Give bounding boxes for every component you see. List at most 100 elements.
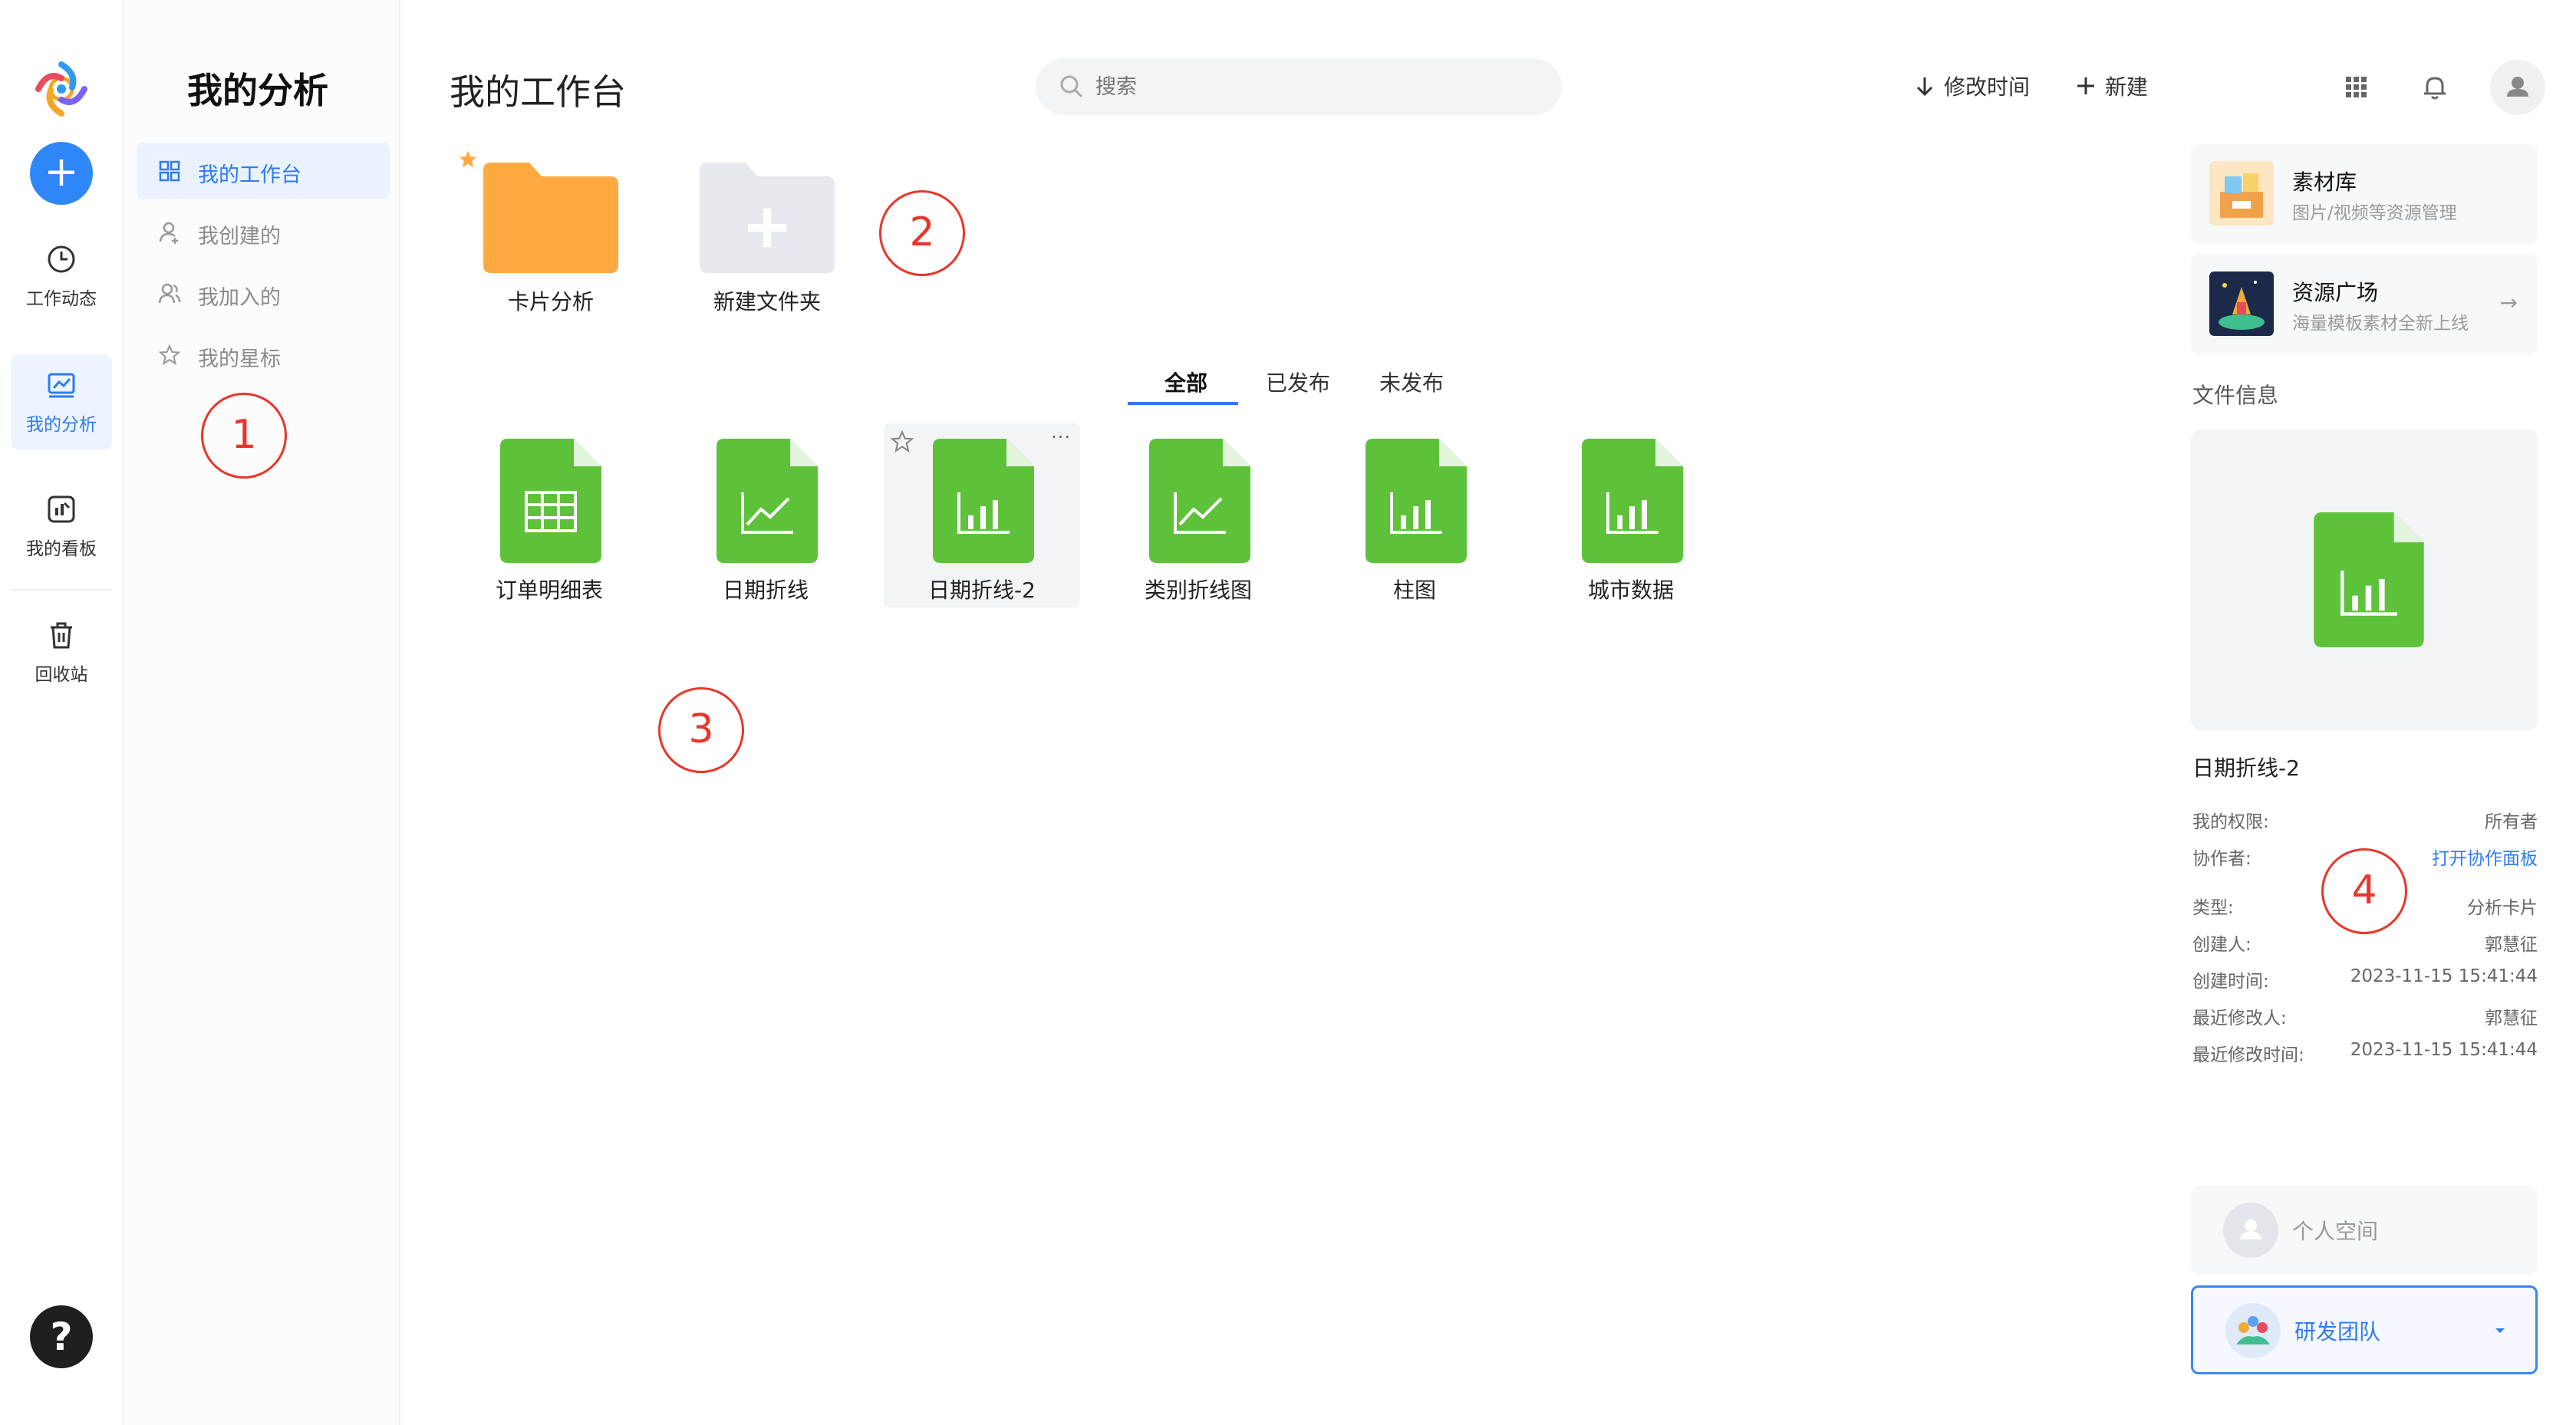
subnav-item-workbench[interactable]: 我的工作台 [137,143,390,199]
file-preview [2191,429,2538,730]
page-title: 我的工作台 [450,71,626,113]
subnav-item-label: 我加入的 [198,286,281,310]
rail-item-label: 工作动态 [26,289,97,309]
info-row-modified-time: 最近修改时间: 2023-11-15 15:41:44 [2192,1040,2538,1071]
new-button[interactable]: 新建 [2074,71,2148,101]
file-card[interactable]: 类别折线图 [1100,423,1296,607]
user-icon [2240,1219,2261,1239]
bar-chart-file-icon [1582,439,1683,563]
file-label: 类别折线图 [1144,578,1252,603]
rail-item-label: 我的分析 [26,415,97,435]
sort-label: 修改时间 [1944,74,2031,100]
material-library-card[interactable]: 素材库 图片/视频等资源管理 [2191,144,2538,244]
secondary-nav: 我的分析 我的工作台 我创建的 我加入的 我的星标 [126,0,400,1425]
file-card[interactable]: 柱图 [1316,423,1513,607]
folder-label: 卡片分析 [507,289,594,314]
left-rail: + 工作动态 我的分析 我的看板 回收站 ? [0,0,124,1425]
info-key: 创建时间: [2192,972,2269,992]
file-label: 日期折线 [722,578,809,603]
info-row-modifier: 最近修改人: 郭慧征 [2192,1003,2538,1034]
rail-item-analysis[interactable]: 我的分析 [11,354,112,449]
tab-active-indicator [1128,402,1238,405]
sort-button[interactable]: 修改时间 [1913,71,2030,101]
team-space-selector[interactable]: 研发团队 [2191,1285,2538,1374]
subnav-item-starred[interactable]: 我的星标 [137,327,390,383]
folder-card[interactable]: 卡片分析 [459,150,635,337]
search-icon [1060,75,1083,98]
table-file-icon [500,439,601,563]
info-key: 最近修改人: [2192,1009,2287,1028]
tab-unpublished[interactable]: 未发布 [1379,367,1444,397]
subnav-item-label: 我的星标 [198,347,281,371]
info-row-collaborators: 协作者: 打开协作面板 [2192,844,2538,874]
bell-icon[interactable] [2418,71,2452,104]
rail-item-dashboard[interactable]: 我的看板 [11,479,112,574]
file-card-selected[interactable]: ··· 日期折线-2 [884,423,1080,607]
file-card[interactable]: 订单明细表 [451,423,647,607]
resource-plaza-card[interactable]: 资源广场 海量模板素材全新上线 → [2191,255,2538,354]
create-button[interactable]: + [30,142,93,205]
info-value: 分析卡片 [2467,898,2538,918]
personal-space-label: 个人空间 [2292,1219,2379,1244]
star-filled-icon[interactable] [457,149,479,170]
search-input[interactable] [1095,67,1540,106]
user-icon [159,222,178,244]
info-row-created-time: 创建时间: 2023-11-15 15:41:44 [2192,966,2538,997]
line-chart-file-icon [1149,439,1250,563]
resource-plaza-icon [2209,272,2274,336]
file-label: 柱图 [1392,578,1436,603]
info-value: 2023-11-15 15:41:44 [2350,1040,2538,1060]
arrow-down-icon [1916,77,1933,97]
file-card[interactable]: 城市数据 [1533,423,1729,607]
personal-space-card[interactable]: 个人空间 [2191,1186,2538,1275]
annotation-marker: 3 [658,687,744,773]
bar-chart-file-icon [2314,512,2424,647]
subnav-item-label: 我创建的 [198,225,281,248]
info-key: 创建人: [2192,935,2252,955]
resource-title: 资源广场 [2292,280,2379,305]
rail-item-label: 我的看板 [26,539,97,559]
rail-item-activity[interactable]: 工作动态 [11,229,112,324]
resource-subtitle: 图片/视频等资源管理 [2292,203,2457,223]
search-box[interactable] [1036,58,1562,115]
tab-published[interactable]: 已发布 [1266,367,1330,397]
trash-icon [51,622,72,649]
file-label: 订单明细表 [495,578,603,603]
tab-all[interactable]: 全部 [1164,367,1207,397]
analysis-chart-icon [48,373,75,398]
subnav-item-joined[interactable]: 我加入的 [137,265,390,322]
subnav-title: 我的分析 [187,70,328,111]
info-row-permission: 我的权限: 所有者 [2192,807,2538,838]
user-avatar [2223,1203,2278,1258]
new-folder-icon [700,163,835,273]
apps-grid-icon[interactable] [2340,71,2373,104]
team-icon [2236,1316,2270,1344]
line-chart-file-icon [716,439,818,563]
info-value: 2023-11-15 15:41:44 [2350,966,2538,986]
material-library-icon [2209,161,2274,225]
app-logo[interactable] [29,57,94,121]
star-icon [158,344,181,366]
open-collab-panel-link[interactable]: 打开协作面板 [2432,844,2538,870]
team-space-label: 研发团队 [2294,1319,2381,1344]
annotation-marker: 1 [201,393,287,479]
bar-chart-file-icon [933,439,1034,563]
user-avatar[interactable] [2490,60,2545,115]
new-folder-card[interactable]: 新建文件夹 [683,153,852,337]
star-icon[interactable] [890,429,914,454]
subnav-item-created[interactable]: 我创建的 [137,204,390,261]
file-card[interactable]: 日期折线 [667,423,864,607]
help-button[interactable]: ? [30,1305,93,1368]
info-key: 协作者: [2192,849,2252,869]
resource-subtitle: 海量模板素材全新上线 [2292,314,2469,334]
rail-item-trash[interactable]: 回收站 [11,604,112,699]
caret-down-icon [2495,1328,2505,1333]
folder-label: 新建文件夹 [713,289,821,314]
annotation-marker: 2 [879,190,965,276]
more-options-icon[interactable]: ··· [1051,426,1071,448]
file-info-heading: 文件信息 [2192,383,2279,408]
rail-divider [11,589,112,591]
users-icon [158,283,181,304]
resource-title: 素材库 [2292,169,2357,195]
folder-icon [483,163,618,273]
